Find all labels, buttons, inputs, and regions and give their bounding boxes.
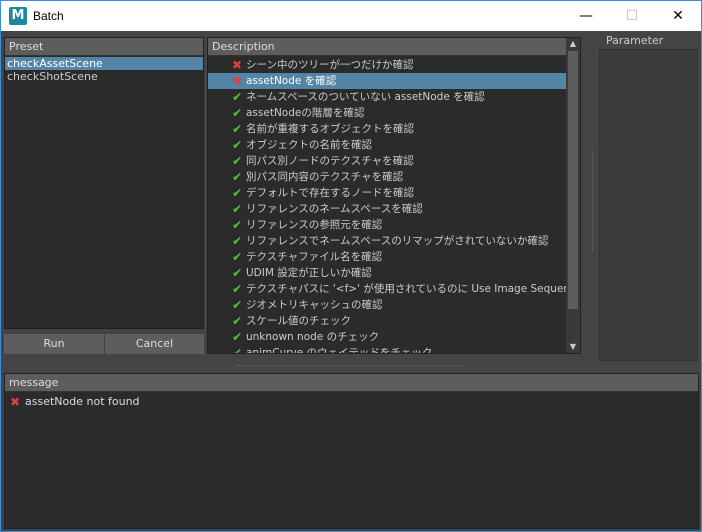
description-item-label: リファレンスのネームスペースを確認 xyxy=(246,203,423,215)
checkmark-icon: ✔ xyxy=(231,330,243,344)
description-item-label: テクスチャパスに '<f>' が使用されているのに Use Image Sequ… xyxy=(246,283,566,295)
description-item[interactable]: ✔ リファレンスでネームスペースのリマップがされていないか確認 xyxy=(208,233,566,249)
description-item-label: リファレンスでネームスペースのリマップがされていないか確認 xyxy=(246,235,549,247)
scroll-up-arrow-icon[interactable]: ▲ xyxy=(566,38,580,50)
checkmark-icon: ✔ xyxy=(231,122,243,136)
description-item[interactable]: ✔ スケール値のチェック xyxy=(208,313,566,329)
checkmark-icon: ✔ xyxy=(231,138,243,152)
checkmark-icon: ✔ xyxy=(231,266,243,280)
description-item[interactable]: ✔ リファレンスの参照元を確認 xyxy=(208,217,566,233)
checkmark-icon: ✔ xyxy=(231,234,243,248)
checkmark-icon: ✔ xyxy=(231,186,243,200)
description-item[interactable]: ✖ assetNode を確認 xyxy=(208,73,566,89)
preset-item[interactable]: checkShotScene xyxy=(5,70,203,83)
checkmark-icon: ✔ xyxy=(231,170,243,184)
maximize-button[interactable]: ☐ xyxy=(609,1,655,31)
checkmark-icon: ✔ xyxy=(231,106,243,120)
preset-list: checkAssetScene checkShotScene xyxy=(5,57,203,83)
checkmark-icon: ✔ xyxy=(231,250,243,264)
preset-header: Preset xyxy=(5,38,203,56)
error-x-icon: ✖ xyxy=(9,395,21,409)
description-list: ✖ シーン中のツリーが一つだけか確認 ✖ assetNode を確認 ✔ ネームスペースの… xyxy=(208,57,566,353)
description-item[interactable]: ✔ オブジェクトの名前を確認 xyxy=(208,137,566,153)
close-button[interactable]: ✕ xyxy=(655,1,701,31)
checkmark-icon: ✔ xyxy=(231,346,243,353)
description-item[interactable]: ✔ テクスチャファイル名を確認 xyxy=(208,249,566,265)
maya-app-icon: M xyxy=(9,7,27,25)
preset-panel: Preset checkAssetScene checkShotScene xyxy=(4,37,204,329)
description-item[interactable]: ✔ UDIM 設定が正しいか確認 xyxy=(208,265,566,281)
description-item-label: 名前が重複するオブジェクトを確認 xyxy=(246,123,414,135)
vertical-splitter-handle[interactable] xyxy=(592,151,594,251)
window-title: Batch xyxy=(33,9,64,23)
checkmark-icon: ✔ xyxy=(231,298,243,312)
description-item[interactable]: ✔ unknown node のチェック xyxy=(208,329,566,345)
description-item[interactable]: ✔ ジオメトリキャッシュの確認 xyxy=(208,297,566,313)
description-scrollbar[interactable]: ▲ ▼ xyxy=(566,38,580,353)
run-button[interactable]: Run xyxy=(4,334,104,354)
checkmark-icon: ✔ xyxy=(231,90,243,104)
description-item[interactable]: ✔ 別パス同内容のテクスチャを確認 xyxy=(208,169,566,185)
description-item-label: 別パス同内容のテクスチャを確認 xyxy=(246,171,404,183)
description-item[interactable]: ✔ 同パス別ノードのテクスチャを確認 xyxy=(208,153,566,169)
error-x-icon: ✖ xyxy=(231,58,243,72)
description-item-label: animCurve のウェイテッドをチェック xyxy=(246,347,433,353)
checkmark-icon: ✔ xyxy=(231,282,243,296)
app-icon-letter: M xyxy=(11,8,25,23)
batch-window: M Batch — ☐ ✕ Preset checkAssetScene che… xyxy=(0,0,702,532)
description-panel: Description ✖ シーン中のツリーが一つだけか確認 ✖ assetNode … xyxy=(207,37,581,354)
description-item-label: デフォルトで存在するノードを確認 xyxy=(246,187,414,199)
description-item[interactable]: ✔ リファレンスのネームスペースを確認 xyxy=(208,201,566,217)
cancel-button[interactable]: Cancel xyxy=(105,334,204,354)
description-item[interactable]: ✔ ネームスペースのついていない assetNode を確認 xyxy=(208,89,566,105)
scroll-thumb[interactable] xyxy=(568,51,578,309)
description-item-label: オブジェクトの名前を確認 xyxy=(246,139,372,151)
message-item-label: assetNode not found xyxy=(25,395,140,408)
message-item: ✖ assetNode not found xyxy=(5,394,698,410)
description-item-label: リファレンスの参照元を確認 xyxy=(246,219,383,231)
message-header: message xyxy=(5,374,698,392)
description-item-label: unknown node のチェック xyxy=(246,331,380,343)
description-item-label: assetNodeの階層を確認 xyxy=(246,107,365,119)
minimize-button[interactable]: — xyxy=(563,1,609,31)
checkmark-icon: ✔ xyxy=(231,202,243,216)
description-item-label: 同パス別ノードのテクスチャを確認 xyxy=(246,155,414,167)
parameter-panel xyxy=(599,49,698,361)
description-item[interactable]: ✔ 名前が重複するオブジェクトを確認 xyxy=(208,121,566,137)
description-item[interactable]: ✖ シーン中のツリーが一つだけか確認 xyxy=(208,57,566,73)
checkmark-icon: ✔ xyxy=(231,314,243,328)
description-header: Description xyxy=(208,38,566,56)
error-x-icon: ✖ xyxy=(231,74,243,88)
checkmark-icon: ✔ xyxy=(231,218,243,232)
description-item-label: シーン中のツリーが一つだけか確認 xyxy=(246,59,414,71)
description-item[interactable]: ✔ テクスチャパスに '<f>' が使用されているのに Use Image Seq… xyxy=(208,281,566,297)
parameter-header: Parameter xyxy=(606,34,664,47)
description-item-label: assetNode を確認 xyxy=(246,75,337,87)
checkmark-icon: ✔ xyxy=(231,154,243,168)
description-item[interactable]: ✔ assetNodeの階層を確認 xyxy=(208,105,566,121)
message-panel: message ✖ assetNode not found xyxy=(4,373,699,529)
description-item-label: ネームスペースのついていない assetNode を確認 xyxy=(246,91,485,103)
description-item-label: UDIM 設定が正しいか確認 xyxy=(246,267,372,279)
title-bar[interactable]: M Batch — ☐ ✕ xyxy=(1,1,701,31)
horizontal-splitter-handle[interactable] xyxy=(236,365,466,367)
preset-item[interactable]: checkAssetScene xyxy=(5,57,203,70)
description-item[interactable]: ✔ animCurve のウェイテッドをチェック xyxy=(208,345,566,353)
description-item-label: スケール値のチェック xyxy=(246,315,351,327)
scroll-down-arrow-icon[interactable]: ▼ xyxy=(566,341,580,353)
description-item[interactable]: ✔ デフォルトで存在するノードを確認 xyxy=(208,185,566,201)
description-item-label: テクスチャファイル名を確認 xyxy=(246,251,383,263)
description-item-label: ジオメトリキャッシュの確認 xyxy=(246,299,383,311)
message-list: ✖ assetNode not found xyxy=(5,394,698,410)
